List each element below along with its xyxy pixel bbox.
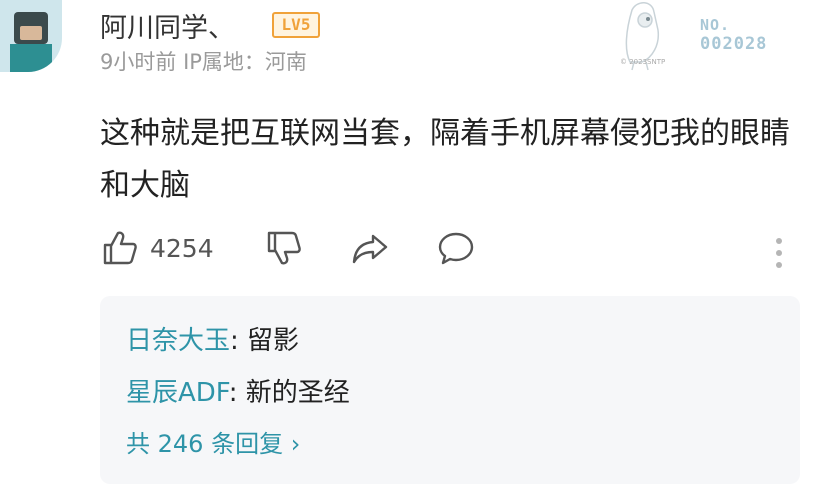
comment-meta: 9小时前 IP属地：河南 — [100, 46, 307, 76]
like-button[interactable] — [100, 228, 140, 272]
reply-button[interactable] — [436, 228, 476, 272]
thumbs-down-icon — [267, 231, 301, 265]
decoration-number: 002028 — [700, 34, 768, 54]
reply-text: 留影 — [247, 326, 300, 356]
avatar-face — [20, 26, 42, 40]
reply-text: 新的圣经 — [245, 378, 350, 408]
username[interactable]: 阿川同学、 — [100, 6, 235, 45]
share-icon — [352, 234, 388, 264]
ip-location: IP属地：河南 — [183, 50, 307, 74]
post-time: 9小时前 — [100, 50, 177, 74]
like-count: 4254 — [150, 234, 214, 263]
decoration-footnote: © 2023SNTP — [620, 58, 666, 66]
reply-preview-box[interactable]: 日奈大玉: 留影 星辰ADF: 新的圣经 共 246 条回复 › — [100, 296, 800, 484]
comment-text: 这种就是把互联网当套，隔着手机屏幕侵犯我的眼睛和大脑 — [100, 116, 790, 203]
reply-separator: : — [230, 326, 248, 356]
decoration-no-label: NO. — [700, 16, 731, 34]
comment-icon — [438, 232, 474, 265]
reply-separator: : — [228, 378, 246, 408]
reply-item[interactable]: 星辰ADF: 新的圣经 — [126, 372, 350, 409]
more-vertical-icon[interactable] — [774, 236, 784, 270]
avatar-body — [10, 44, 52, 72]
action-bar: 4254 — [96, 228, 796, 272]
avatar[interactable] — [0, 0, 62, 72]
share-button[interactable] — [350, 228, 390, 272]
reply-author[interactable]: 日奈大玉 — [126, 326, 230, 356]
thumbs-up-icon — [103, 231, 137, 265]
dislike-button[interactable] — [264, 228, 304, 272]
view-all-replies-link[interactable]: 共 246 条回复 › — [126, 424, 300, 459]
reply-item[interactable]: 日奈大玉: 留影 — [126, 320, 299, 357]
level-badge: LV5 — [272, 12, 320, 38]
reply-author[interactable]: 星辰ADF — [126, 378, 229, 408]
